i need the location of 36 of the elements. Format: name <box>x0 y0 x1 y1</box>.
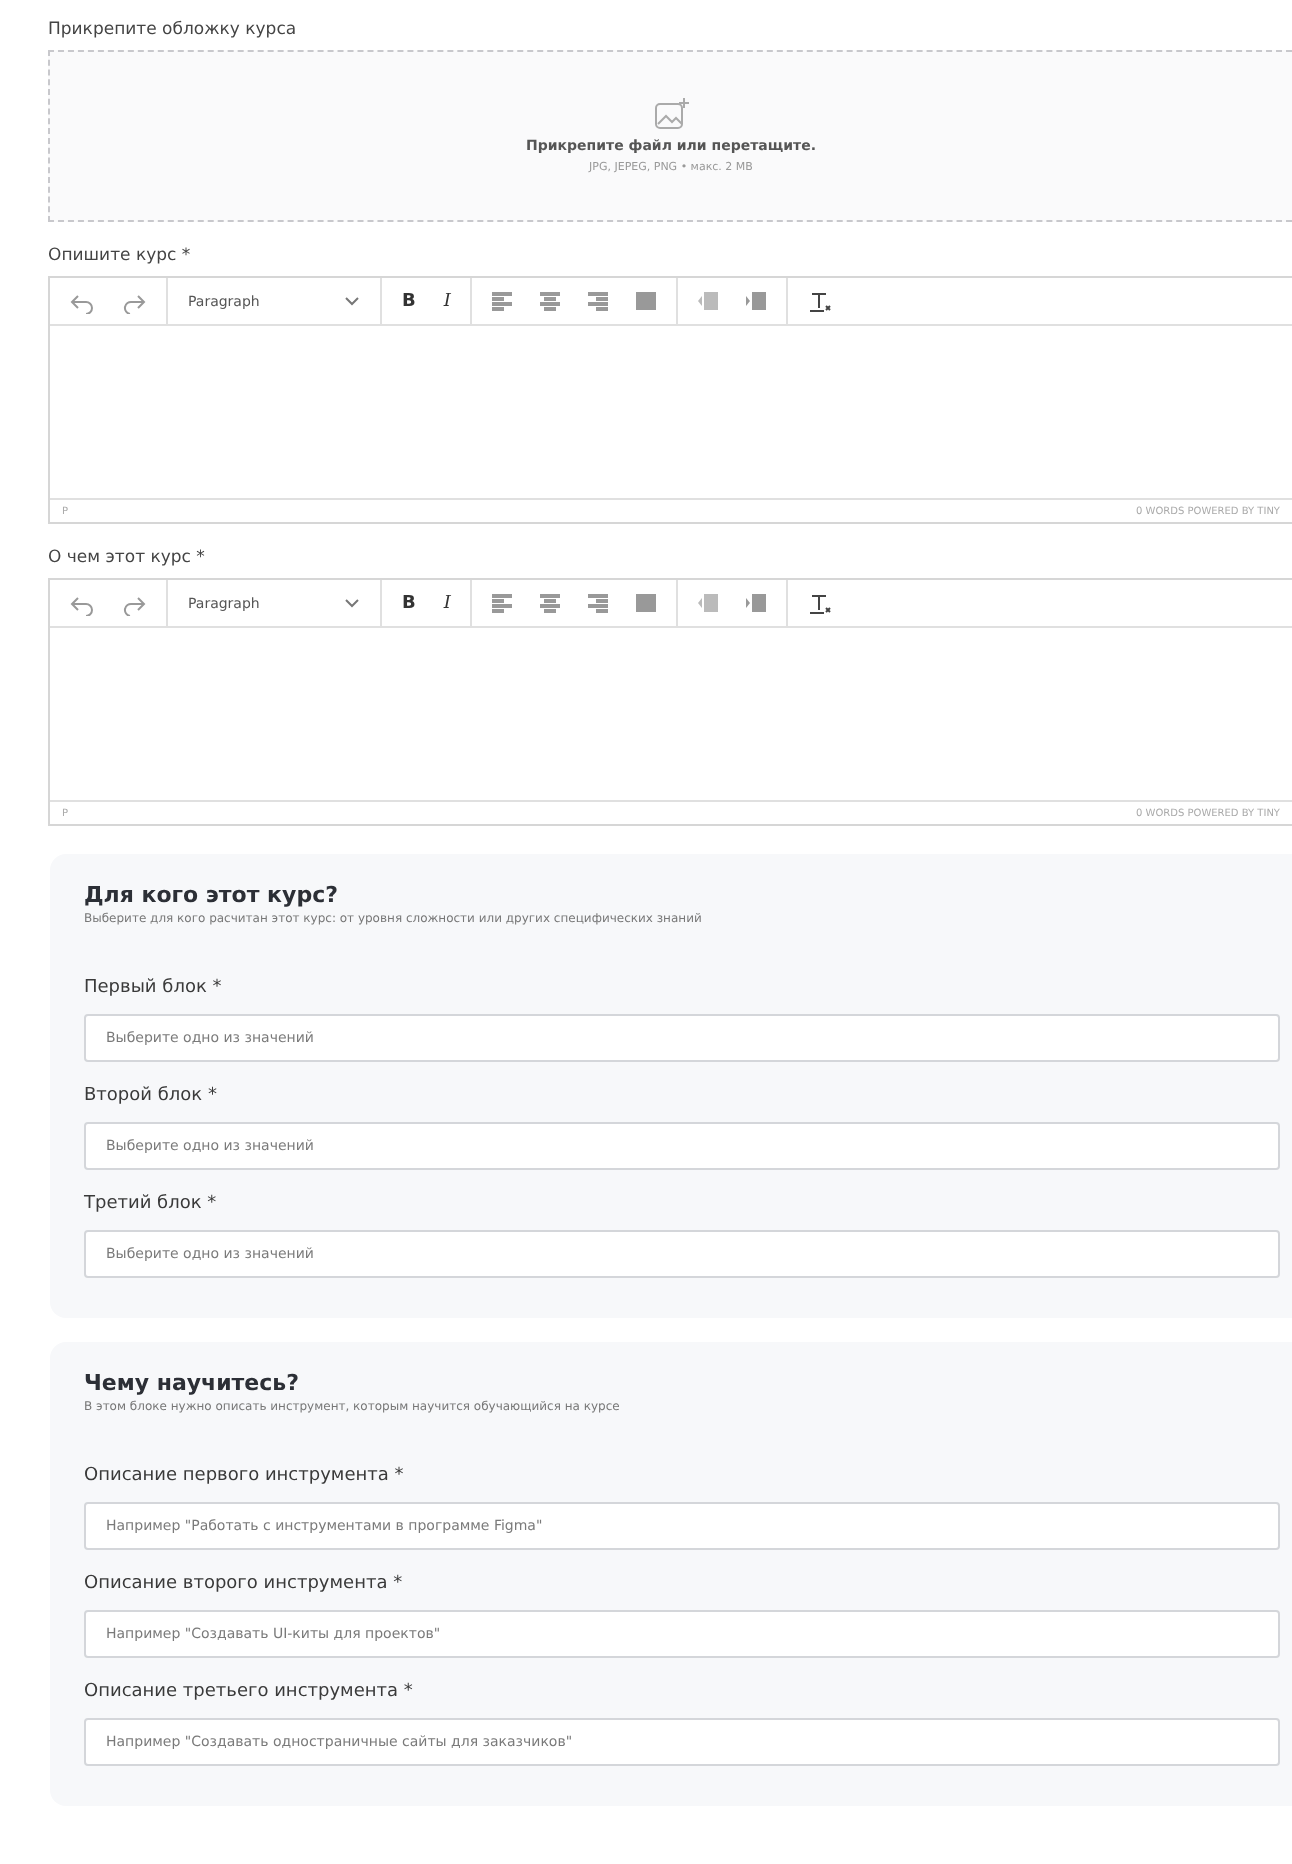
field-label: Описание первого инструмента * <box>84 1466 406 1486</box>
field-label: Прикрепите обложку курса <box>48 20 299 40</box>
field-label: Описание второго инструмента * <box>84 1574 405 1594</box>
outdent-icon[interactable] <box>698 591 719 615</box>
align-justify-icon[interactable] <box>636 289 657 313</box>
align-left-icon[interactable] <box>492 289 513 313</box>
align-center-icon[interactable] <box>540 591 561 615</box>
clear-formatting-icon[interactable] <box>808 591 833 615</box>
align-left-icon[interactable] <box>492 591 513 615</box>
redo-icon[interactable] <box>122 591 146 615</box>
field-label: Первый блок * <box>84 978 224 998</box>
clear-formatting-icon[interactable] <box>808 289 833 313</box>
undo-icon[interactable] <box>70 591 94 615</box>
chevron-down-icon <box>344 598 360 608</box>
outdent-icon[interactable] <box>698 289 719 313</box>
field-label: Третий блок * <box>84 1194 219 1214</box>
bold-button[interactable]: B <box>402 593 416 613</box>
section-title: Чему научитесь? <box>84 1370 301 1396</box>
indent-icon[interactable] <box>746 289 767 313</box>
indent-icon[interactable] <box>746 591 767 615</box>
field-label: Опишите курс * <box>48 246 193 266</box>
field-label: Описание третьего инструмента * <box>84 1682 415 1702</box>
italic-button[interactable]: I <box>443 593 451 613</box>
align-right-icon[interactable] <box>588 591 609 615</box>
bold-button[interactable]: B <box>402 291 416 311</box>
redo-icon[interactable] <box>122 289 146 313</box>
chevron-down-icon <box>344 296 360 306</box>
align-right-icon[interactable] <box>588 289 609 313</box>
align-justify-icon[interactable] <box>636 591 657 615</box>
italic-button[interactable]: I <box>443 291 451 311</box>
add-image-icon <box>653 98 689 130</box>
align-center-icon[interactable] <box>540 289 561 313</box>
field-label: О чем этот курс * <box>48 548 207 568</box>
section-title: Для кого этот курс? <box>84 882 340 908</box>
field-label: Второй блок * <box>84 1086 219 1106</box>
undo-icon[interactable] <box>70 289 94 313</box>
